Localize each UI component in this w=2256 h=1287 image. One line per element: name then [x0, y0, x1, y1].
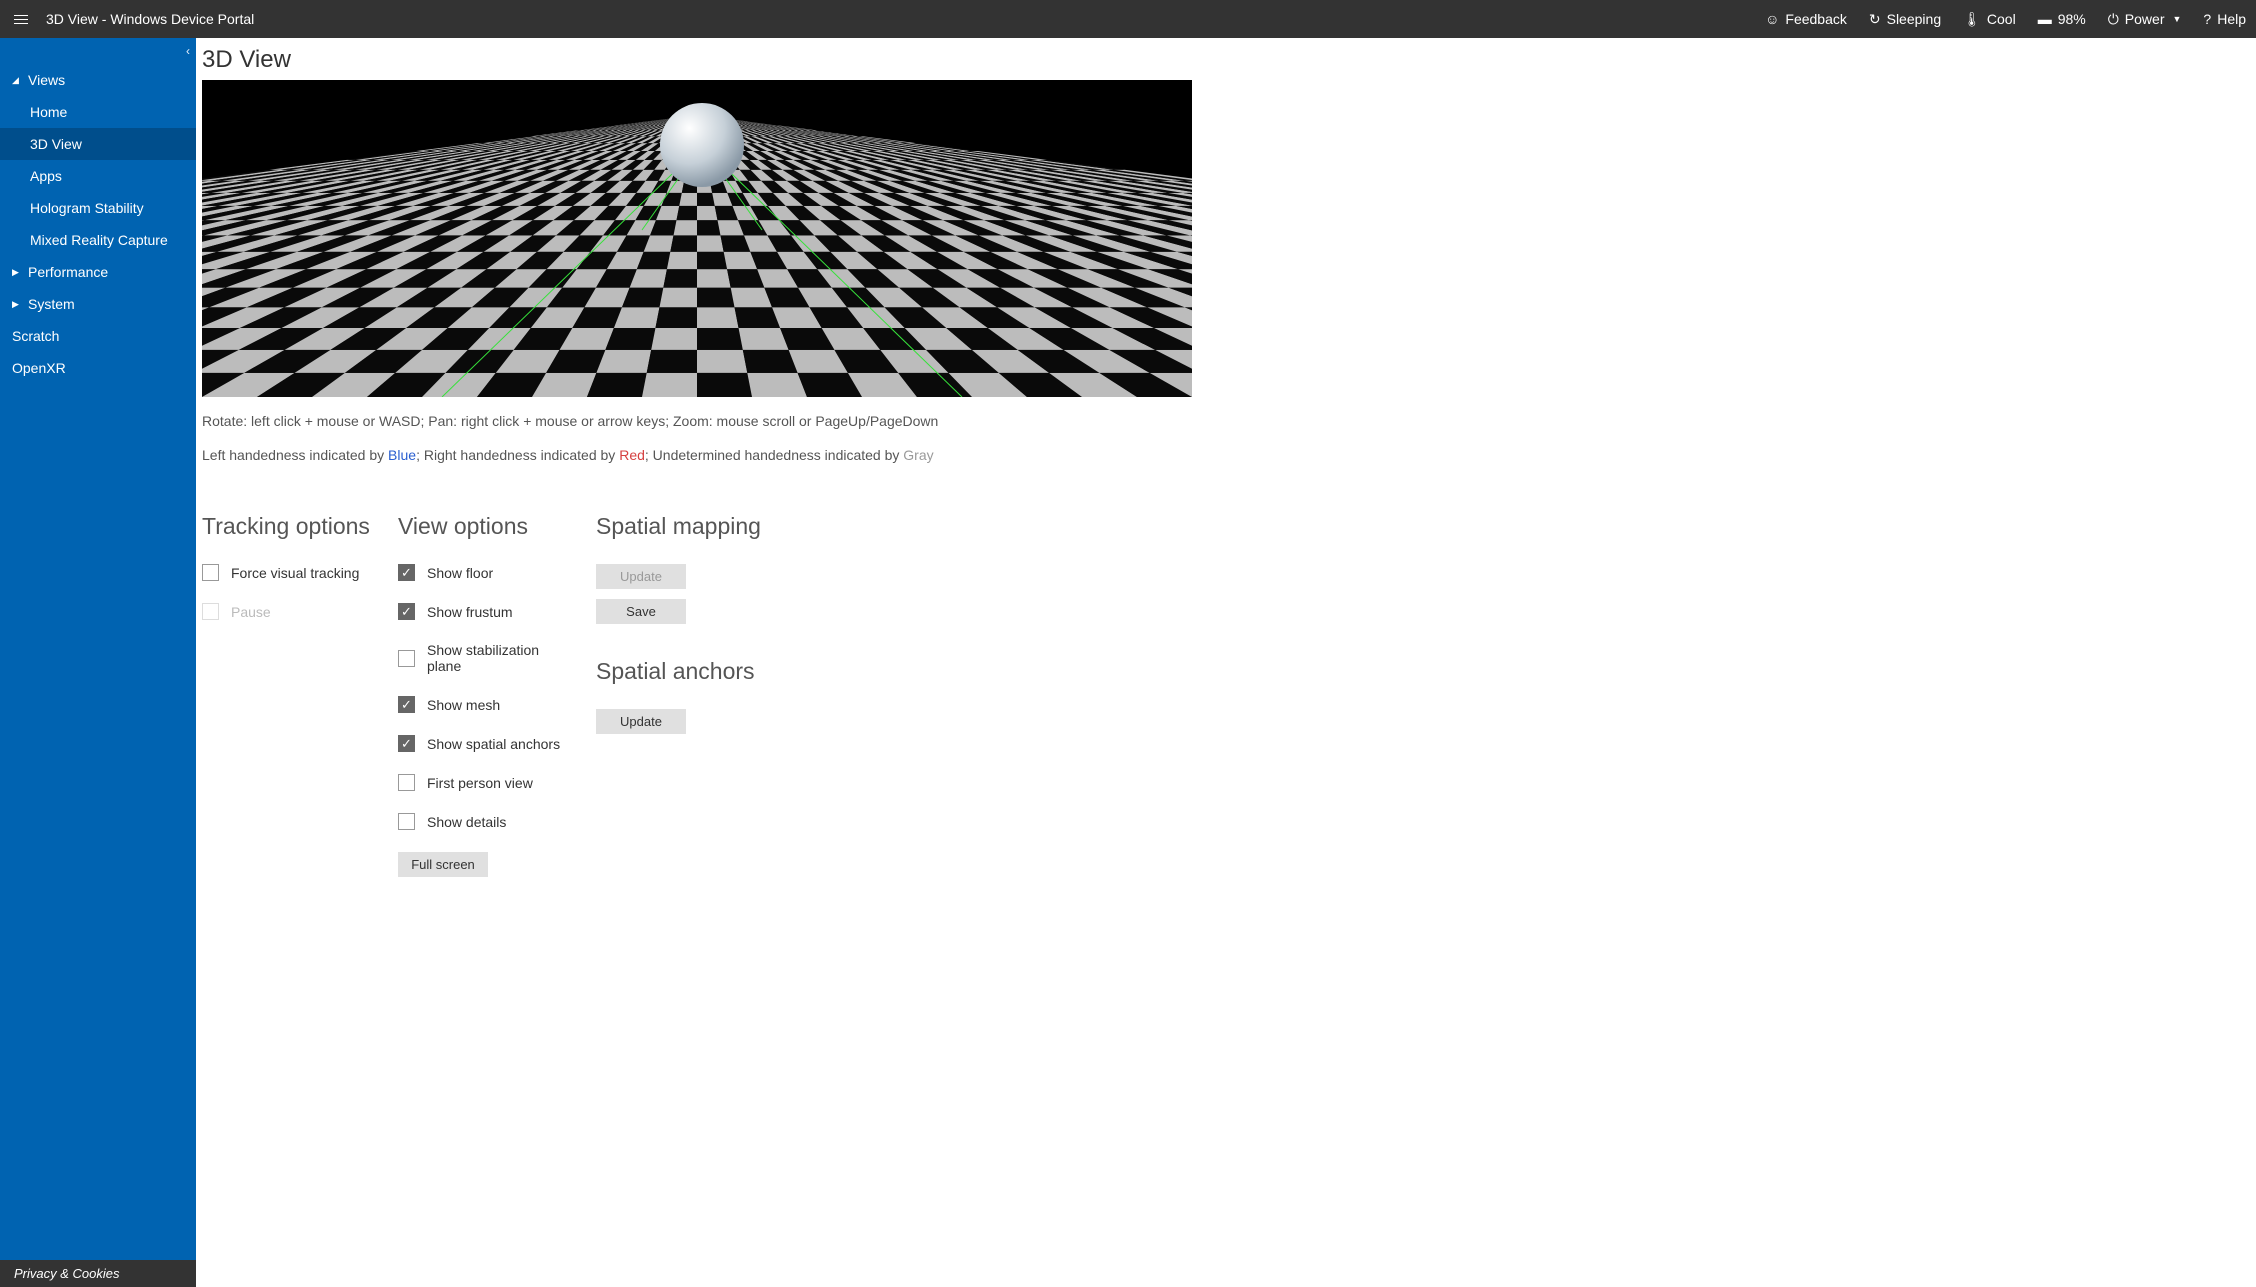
- handedness-sep1: ; Right handedness indicated by: [416, 447, 619, 463]
- help-label: Help: [2217, 11, 2246, 27]
- sidebar-item-mrc[interactable]: Mixed Reality Capture: [0, 224, 196, 256]
- sidebar-group-views[interactable]: ◢ Views: [0, 64, 196, 96]
- thermometer-icon: 🌡: [1963, 11, 1981, 28]
- show-spatial-anchors-checkbox[interactable]: ✓: [398, 735, 415, 752]
- sidebar-group-performance[interactable]: ▶ Performance: [0, 256, 196, 288]
- tracking-options-title: Tracking options: [202, 513, 370, 540]
- power-icon: ⏻: [2108, 11, 2119, 28]
- spatial-panel: Spatial mapping Update Save Spatial anch…: [596, 513, 776, 887]
- chevron-down-icon: ▼: [2172, 14, 2181, 24]
- show-mesh-checkbox[interactable]: ✓: [398, 696, 415, 713]
- sidebar-item-3dview[interactable]: 3D View: [0, 128, 196, 160]
- page-title: 3D View: [202, 46, 2256, 74]
- handedness-sep2: ; Undetermined handedness indicated by: [645, 447, 903, 463]
- sidebar-item-openxr[interactable]: OpenXR: [0, 352, 196, 384]
- 3d-viewport[interactable]: [202, 80, 1192, 397]
- pause-checkbox: [202, 603, 219, 620]
- show-floor-label: Show floor: [427, 565, 493, 581]
- temperature-label: Cool: [1987, 11, 2016, 27]
- collapse-sidebar-icon[interactable]: ‹: [186, 44, 190, 58]
- sidebar-item-apps[interactable]: Apps: [0, 160, 196, 192]
- battery-status[interactable]: ▬ 98%: [2038, 11, 2086, 27]
- app-title: 3D View - Windows Device Portal: [46, 11, 254, 27]
- show-stabilization-checkbox[interactable]: [398, 650, 415, 667]
- sidebar-item-home[interactable]: Home: [0, 96, 196, 128]
- handedness-blue: Blue: [388, 447, 416, 463]
- force-visual-tracking-label: Force visual tracking: [231, 565, 359, 581]
- sidebar-group-views-label: Views: [28, 72, 65, 88]
- sleeping-label: Sleeping: [1887, 11, 1942, 27]
- history-icon: ↻: [1869, 11, 1881, 28]
- sidebar: ‹ ◢ Views Home 3D View Apps Hologram Stab…: [0, 38, 196, 1287]
- full-screen-button[interactable]: Full screen: [398, 852, 488, 877]
- main-content: 3D View: [196, 38, 2256, 1287]
- view-options-panel: View options ✓ Show floor ✓ Show frustum S…: [398, 513, 568, 887]
- spatial-anchors-title: Spatial anchors: [596, 658, 776, 685]
- show-spatial-anchors-label: Show spatial anchors: [427, 736, 560, 752]
- sidebar-item-scratch[interactable]: Scratch: [0, 320, 196, 352]
- show-mesh-label: Show mesh: [427, 697, 500, 713]
- show-frustum-label: Show frustum: [427, 604, 513, 620]
- power-menu[interactable]: ⏻ Power ▼: [2108, 11, 2182, 28]
- sidebar-item-hologram-stability[interactable]: Hologram Stability: [0, 192, 196, 224]
- first-person-view-label: First person view: [427, 775, 533, 791]
- show-floor-checkbox[interactable]: ✓: [398, 564, 415, 581]
- titlebar: 3D View - Windows Device Portal ☺ Feedba…: [0, 0, 2256, 38]
- sidebar-group-performance-label: Performance: [28, 264, 108, 280]
- view-options-title: View options: [398, 513, 568, 540]
- handedness-red: Red: [619, 447, 645, 463]
- tracking-options-panel: Tracking options Force visual tracking P…: [202, 513, 370, 887]
- battery-icon: ▬: [2038, 11, 2052, 27]
- feedback-button[interactable]: ☺ Feedback: [1765, 11, 1847, 27]
- caret-right-icon: ▶: [12, 267, 22, 278]
- smile-icon: ☺: [1765, 11, 1779, 27]
- battery-label: 98%: [2058, 11, 2086, 27]
- controls-instructions: Rotate: left click + mouse or WASD; Pan:…: [202, 413, 1192, 429]
- spatial-mapping-update-button: Update: [596, 564, 686, 589]
- sleeping-status[interactable]: ↻ Sleeping: [1869, 11, 1941, 28]
- handedness-gray: Gray: [903, 447, 933, 463]
- handedness-left-text: Left handedness indicated by: [202, 447, 388, 463]
- sidebar-group-system-label: System: [28, 296, 75, 312]
- first-person-view-checkbox[interactable]: [398, 774, 415, 791]
- caret-right-icon: ▶: [12, 299, 22, 310]
- caret-down-icon: ◢: [12, 75, 22, 86]
- feedback-label: Feedback: [1785, 11, 1846, 27]
- show-frustum-checkbox[interactable]: ✓: [398, 603, 415, 620]
- privacy-link[interactable]: Privacy & Cookies: [0, 1260, 196, 1287]
- spatial-anchors-update-button[interactable]: Update: [596, 709, 686, 734]
- pause-label: Pause: [231, 604, 271, 620]
- hamburger-icon[interactable]: [10, 11, 32, 28]
- temperature-status[interactable]: 🌡 Cool: [1963, 11, 2016, 28]
- spatial-mapping-title: Spatial mapping: [596, 513, 776, 540]
- handedness-legend: Left handedness indicated by Blue; Right…: [202, 447, 1192, 463]
- show-details-checkbox[interactable]: [398, 813, 415, 830]
- help-button[interactable]: ? Help: [2203, 11, 2246, 27]
- power-label: Power: [2125, 11, 2165, 27]
- question-icon: ?: [2203, 11, 2211, 27]
- show-details-label: Show details: [427, 814, 506, 830]
- force-visual-tracking-checkbox[interactable]: [202, 564, 219, 581]
- spatial-mapping-save-button[interactable]: Save: [596, 599, 686, 624]
- show-stabilization-label: Show stabilization plane: [427, 642, 568, 674]
- sidebar-group-system[interactable]: ▶ System: [0, 288, 196, 320]
